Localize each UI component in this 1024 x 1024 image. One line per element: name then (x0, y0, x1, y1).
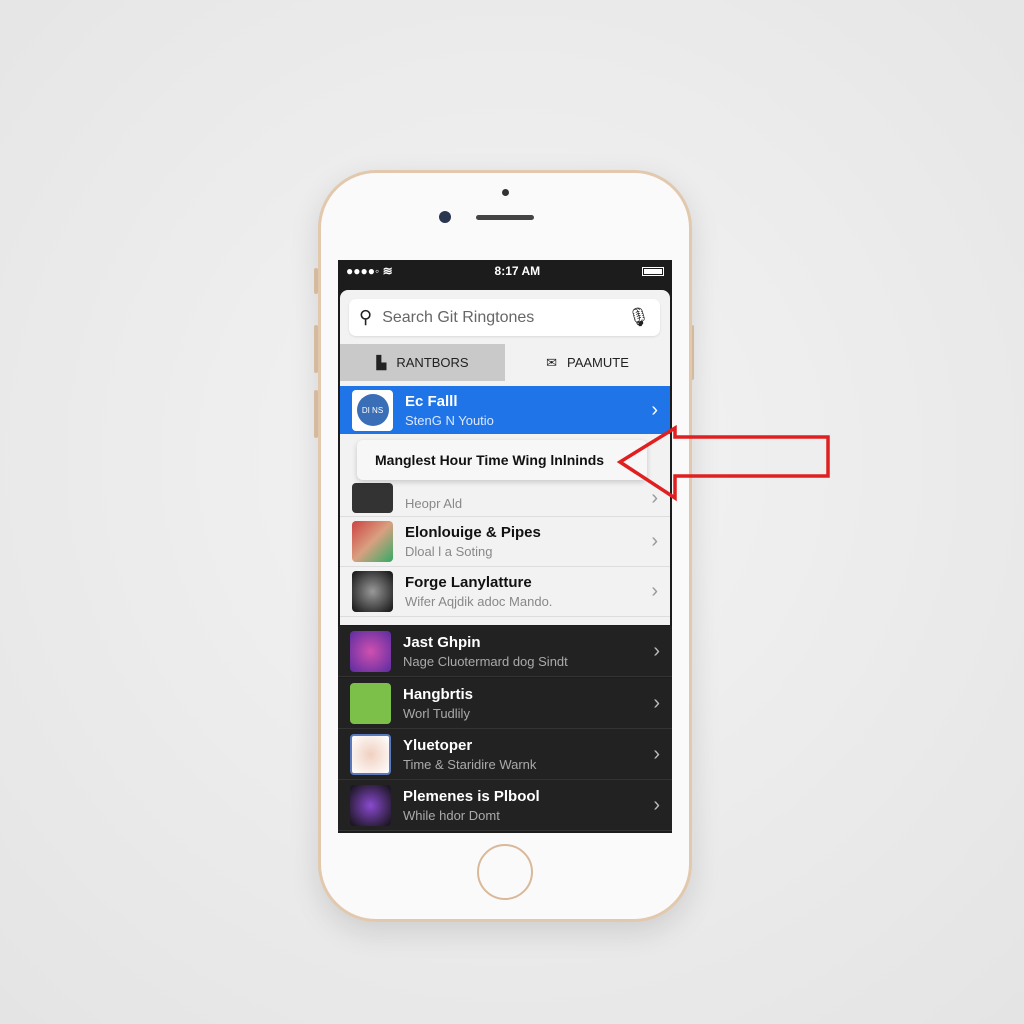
annotation-arrow-icon (616, 424, 830, 502)
